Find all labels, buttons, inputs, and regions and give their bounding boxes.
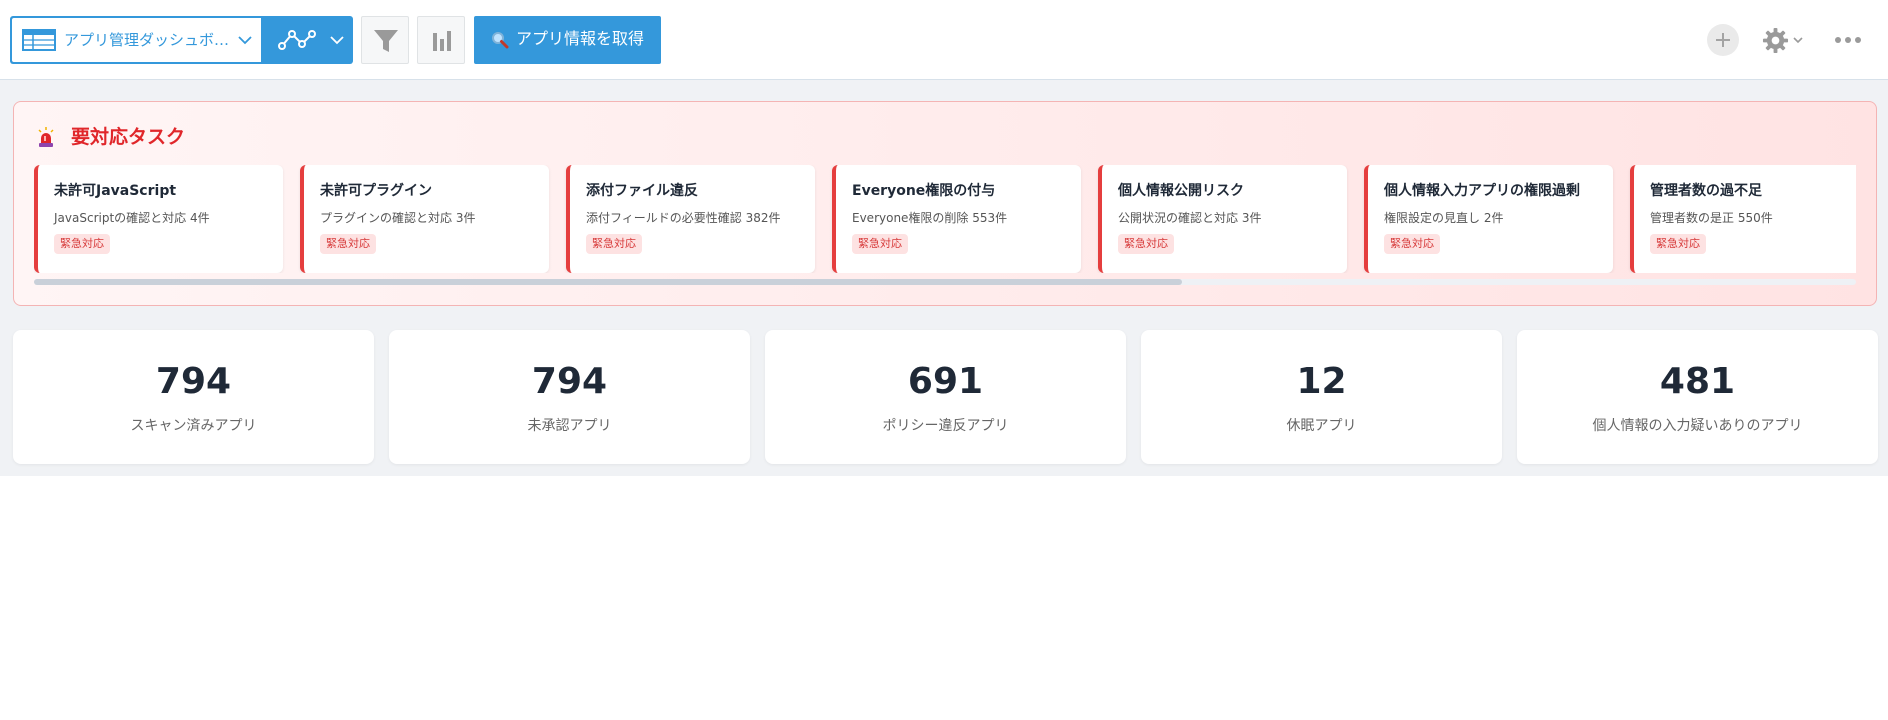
task-title: 未許可JavaScript [54, 183, 177, 199]
graph-menu-button[interactable] [267, 20, 351, 60]
view-name: アプリ管理ダッシュボ… [64, 31, 229, 49]
stat-card-policy-violation: 691 ポリシー違反アプリ [765, 330, 1126, 464]
filter-button[interactable] [361, 16, 409, 64]
urgent-badge: 緊急対応 [852, 234, 908, 254]
gear-icon [1762, 27, 1789, 54]
stat-label: 未承認アプリ [527, 418, 612, 434]
task-description: プラグインの確認と対応 3件 [320, 211, 476, 225]
urgent-badge: 緊急対応 [1650, 234, 1706, 254]
urgent-badge: 緊急対応 [54, 234, 110, 254]
add-button[interactable] [1707, 24, 1739, 56]
stat-card-dormant: 12 休眠アプリ [1141, 330, 1502, 464]
chevron-down-icon [238, 36, 252, 45]
urgent-badge: 緊急対応 [1384, 234, 1440, 254]
fetch-button-label: アプリ情報を取得 [516, 29, 645, 48]
view-selector-group: アプリ管理ダッシュボ… [10, 16, 353, 64]
task-title: 個人情報公開リスク [1118, 183, 1244, 199]
task-carousel-scrollbar[interactable] [34, 279, 1856, 285]
stat-card-scanned: 794 スキャン済みアプリ [13, 330, 374, 464]
filter-icon [374, 30, 398, 52]
task-description: 管理者数の是正 550件 [1650, 211, 1773, 225]
siren-icon [38, 127, 54, 147]
task-title: 個人情報入力アプリの権限過剰 [1384, 183, 1580, 199]
urgent-tasks-panel: 要対応タスク 未許可JavaScript JavaScriptの確認と対応 4件… [13, 101, 1877, 306]
stat-card-personal-info: 481 個人情報の入力疑いありのアプリ [1517, 330, 1878, 464]
stat-label: ポリシー違反アプリ [882, 418, 1009, 434]
task-description: 添付フィールドの必要性確認 382件 [586, 211, 781, 225]
task-carousel: 未許可JavaScript JavaScriptの確認と対応 4件 緊急対応 未… [34, 165, 1856, 273]
stat-label: 個人情報の入力疑いありのアプリ [1592, 418, 1803, 434]
stat-value: 481 [1659, 361, 1736, 402]
task-title: 管理者数の過不足 [1650, 183, 1762, 199]
bar-chart-icon [433, 31, 451, 51]
stat-value: 691 [907, 361, 984, 402]
stat-value: 794 [155, 361, 232, 402]
scrollbar-thumb[interactable] [34, 279, 1182, 285]
urgent-badge: 緊急対応 [1118, 234, 1174, 254]
stat-card-unapproved: 794 未承認アプリ [389, 330, 750, 464]
plus-icon [1716, 33, 1730, 47]
task-card[interactable]: 未許可JavaScript JavaScriptの確認と対応 4件 緊急対応 [34, 165, 283, 273]
chart-button[interactable] [417, 16, 465, 64]
view-select-dropdown[interactable]: アプリ管理ダッシュボ… [12, 18, 261, 62]
stat-value: 12 [1296, 361, 1347, 402]
task-description: Everyone権限の削除 553件 [852, 211, 1008, 225]
task-card[interactable]: 個人情報入力アプリの権限過剰 権限設定の見直し 2件 緊急対応 [1364, 165, 1613, 273]
urgent-badge: 緊急対応 [586, 234, 642, 254]
chevron-down-icon [1793, 37, 1803, 44]
settings-button[interactable] [1762, 24, 1812, 56]
task-card[interactable]: 個人情報公開リスク 公開状況の確認と対応 3件 緊急対応 [1098, 165, 1347, 273]
search-icon [492, 32, 509, 49]
fetch-app-info-button[interactable]: アプリ情報を取得 [474, 16, 661, 64]
urgent-badge: 緊急対応 [320, 234, 376, 254]
stat-value: 794 [531, 361, 608, 402]
task-title: 未許可プラグイン [320, 183, 432, 199]
right-toolbar [1668, 0, 1888, 80]
task-description: 公開状況の確認と対応 3件 [1118, 211, 1262, 225]
more-icon[interactable] [1833, 28, 1863, 52]
stat-label: スキャン済みアプリ [130, 418, 257, 434]
table-icon [22, 29, 56, 51]
graph-icon [278, 30, 316, 50]
stats-row: 794 スキャン済みアプリ 794 未承認アプリ 691 ポリシー違反アプリ 1… [13, 330, 1879, 464]
dashboard-content: 要対応タスク 未許可JavaScript JavaScriptの確認と対応 4件… [0, 80, 1888, 476]
task-description: 権限設定の見直し 2件 [1384, 211, 1504, 225]
task-card[interactable]: 未許可プラグイン プラグインの確認と対応 3件 緊急対応 [300, 165, 549, 273]
task-card[interactable]: 添付ファイル違反 添付フィールドの必要性確認 382件 緊急対応 [566, 165, 815, 273]
task-title: Everyone権限の付与 [852, 183, 996, 199]
task-description: JavaScriptの確認と対応 4件 [54, 211, 210, 225]
task-card[interactable]: 管理者数の過不足 管理者数の是正 550件 緊急対応 [1630, 165, 1856, 273]
task-card[interactable]: Everyone権限の付与 Everyone権限の削除 553件 緊急対応 [832, 165, 1081, 273]
chevron-down-icon [330, 36, 344, 45]
toolbar: アプリ管理ダッシュボ… アプリ情報を取得 [0, 0, 1888, 80]
urgent-tasks-title: 要対応タスク [71, 126, 186, 148]
task-title: 添付ファイル違反 [586, 183, 698, 199]
stat-label: 休眠アプリ [1286, 418, 1357, 434]
